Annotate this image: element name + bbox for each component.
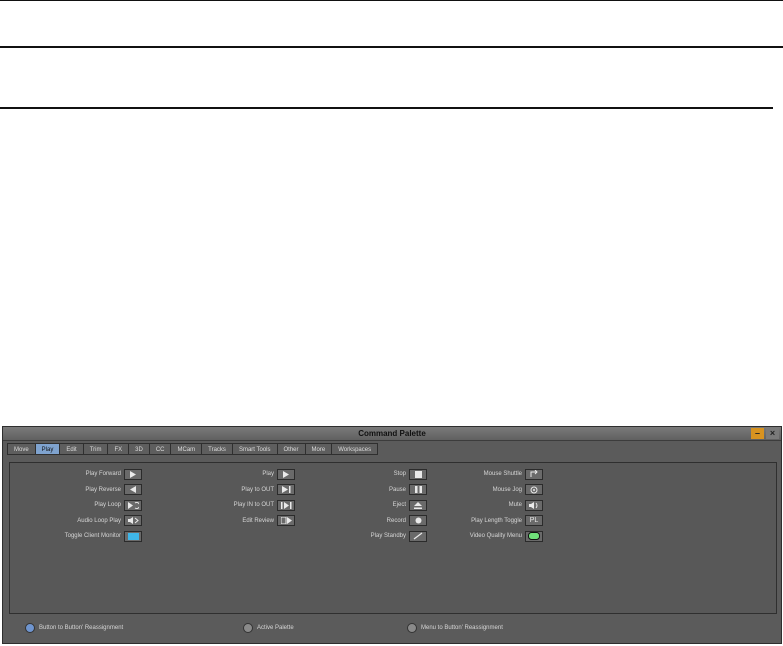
window-titlebar[interactable]: Command Palette – × [3,427,781,441]
command-edit-review: Edit Review [164,515,295,527]
divider-line-middle [0,46,783,48]
command-mouse-jog: Mouse Jog [412,484,543,496]
command-label: Pause [388,486,406,493]
command-stop: Stop [296,468,427,480]
mute-icon[interactable] [525,499,543,511]
command-label: Video Quality Menu [469,533,522,539]
divider-line-top [0,0,783,1]
command-eject: Eject [296,499,427,511]
command-label: Edit Review [242,517,274,524]
command-play: Play [164,468,295,480]
play-forward-icon[interactable] [124,468,142,480]
command-play-loop: Play Loop [11,499,142,511]
command-label: Play to OUT [241,486,274,493]
command-label: Play IN to OUT [233,502,274,508]
command-label: Mouse Jog [492,486,522,493]
command-label: Eject [392,502,406,508]
command-buttons-panel: Play Forward Play Reverse Play Loop Audio L… [9,462,777,614]
tab-other[interactable]: Other [276,443,305,455]
command-label: Play Loop [94,502,121,508]
command-play-reverse: Play Reverse [11,484,142,496]
mouse-jog-icon[interactable] [525,484,543,495]
tab-edit[interactable]: Edit [59,443,83,455]
command-label: Play Standby [370,533,406,539]
command-label: Play [262,471,274,477]
play-in-to-out-icon[interactable] [277,499,295,511]
radio-label: Menu to Button' Reassignment [421,625,503,631]
tab-workspaces[interactable]: Workspaces [331,443,379,455]
command-pause: Pause [296,484,427,496]
command-play-length-toggle: Play Length Toggle PL [412,515,543,527]
tab-cc[interactable]: CC [148,443,171,455]
command-label: Toggle Client Monitor [64,533,121,539]
radio-button-icon[interactable] [243,623,253,633]
client-monitor-icon[interactable] [124,530,142,542]
tab-trim[interactable]: Trim [82,443,108,455]
command-play-forward: Play Forward [11,468,142,480]
command-label: Record [386,517,406,524]
divider-line-bottom [0,107,773,109]
command-mouse-shuttle: Mouse Shuttle [412,468,543,480]
tab-fx[interactable]: FX [107,443,129,455]
command-audio-loop-play: Audio Loop Play [11,515,142,527]
command-label: Audio Loop Play [77,517,121,524]
command-palette-window: Command Palette – × Move Play Edit Trim FX 3D… [2,426,782,644]
mouse-shuttle-icon[interactable] [525,468,543,480]
tab-smart-tools[interactable]: Smart Tools [231,443,277,455]
radio-option[interactable]: Button to Button' Reassignment [25,623,123,633]
radio-label: Active Palette [257,625,294,631]
command-play-standby: Play Standby [296,530,427,542]
command-video-quality-menu: Video Quality Menu [412,530,543,542]
audio-loop-play-icon[interactable] [124,515,142,526]
command-label: Play Length Toggle [471,517,522,524]
tab-3d[interactable]: 3D [128,443,149,455]
tab-tracks[interactable]: Tracks [201,443,232,455]
command-toggle-client-monitor: Toggle Client Monitor [11,530,142,542]
edit-review-icon[interactable] [277,515,295,526]
close-button[interactable]: × [766,428,779,439]
command-label: Play Forward [85,471,121,477]
command-mute: Mute [412,499,543,511]
tab-more[interactable]: More [304,443,332,455]
tab-move[interactable]: Move [7,443,35,455]
command-label: Mute [508,502,522,508]
radio-label: Button to Button' Reassignment [39,625,124,631]
play-reverse-icon[interactable] [124,484,142,495]
icon-text: PL [529,517,539,524]
command-record: Record [296,515,427,527]
command-label: Play Reverse [85,486,121,493]
tab-mcam[interactable]: MCam [170,443,202,455]
tab-play[interactable]: Play [34,443,60,455]
minimize-button[interactable]: – [751,428,764,439]
command-label: Mouse Shuttle [483,471,522,477]
radio-button-icon[interactable] [407,623,417,633]
video-quality-icon[interactable] [525,530,543,542]
radio-button-icon[interactable] [25,623,35,633]
reassignment-mode-group: Button to Button' Reassignment Active Pal… [3,623,781,637]
window-title: Command Palette [358,429,426,438]
play-length-toggle-icon[interactable]: PL [525,515,543,526]
play-to-out-icon[interactable] [277,484,295,495]
command-label: Stop [393,471,406,477]
command-play-to-out: Play to OUT [164,484,295,496]
command-play-in-to-out: Play IN to OUT [164,499,295,511]
play-icon[interactable] [277,468,295,480]
radio-option[interactable]: Active Palette [243,623,294,633]
play-loop-icon[interactable] [124,499,142,511]
radio-option[interactable]: Menu to Button' Reassignment [407,623,503,633]
palette-tab-bar: Move Play Edit Trim FX 3D CC MCam Tracks Smart To… [7,443,379,455]
